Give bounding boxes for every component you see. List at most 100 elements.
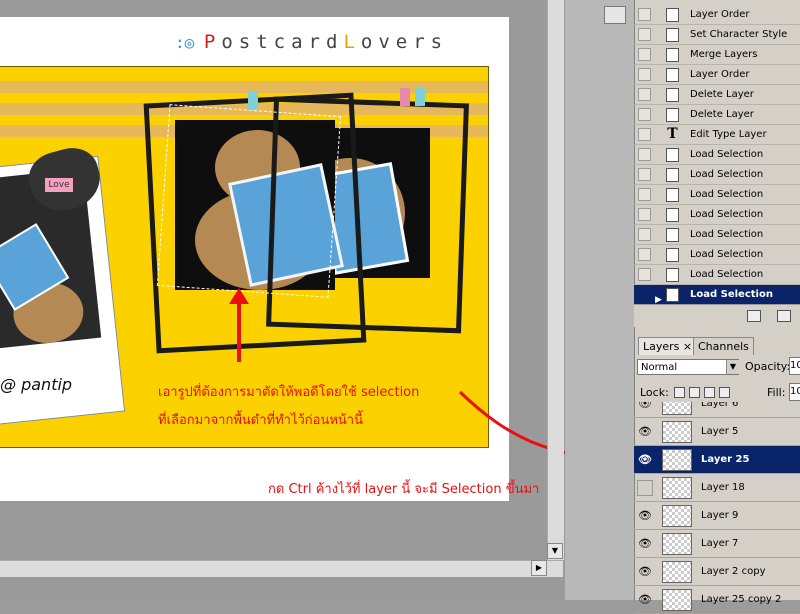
visibility-toggle[interactable]	[637, 480, 653, 496]
fill-input[interactable]: 100%	[789, 383, 800, 401]
brand-end: overs	[360, 31, 449, 53]
document-snapshot-icon[interactable]	[604, 6, 626, 24]
new-document-from-state-icon[interactable]	[747, 310, 761, 322]
arrow-up-shaft	[237, 294, 241, 362]
history-item[interactable]: Load Selection	[634, 245, 800, 265]
history-state-icon	[666, 148, 679, 162]
history-item[interactable]: T Edit Type Layer	[634, 125, 800, 145]
history-brush-source-checkbox[interactable]	[638, 268, 651, 281]
scroll-right-button[interactable]: ▶	[531, 560, 547, 576]
layer-row[interactable]: 👁 Layer 7	[634, 530, 800, 558]
chevron-down-icon[interactable]: ▼	[726, 360, 739, 374]
layer-row[interactable]: 👁 Layer 9	[634, 502, 800, 530]
history-state-icon	[666, 88, 679, 102]
history-item-label: Set Character Style	[690, 29, 788, 40]
tab-layers[interactable]: Layers ×	[638, 337, 698, 355]
history-item[interactable]: Load Selection ▶	[634, 285, 800, 305]
history-item[interactable]: Delete Layer	[634, 105, 800, 125]
eye-icon[interactable]: 👁	[637, 425, 653, 438]
close-icon[interactable]: ×	[683, 340, 692, 353]
history-item-label: Load Selection	[690, 229, 764, 240]
history-state-icon	[666, 208, 679, 222]
history-brush-source-checkbox[interactable]	[638, 108, 651, 121]
history-item-label: Load Selection	[690, 289, 773, 300]
history-brush-source-checkbox[interactable]	[638, 288, 651, 301]
history-item-label: Load Selection	[690, 149, 764, 160]
history-brush-source-checkbox[interactable]	[638, 88, 651, 101]
history-state-icon	[666, 8, 679, 22]
history-item-label: Load Selection	[690, 169, 764, 180]
history-brush-source-checkbox[interactable]	[638, 228, 651, 241]
history-item[interactable]: Layer Order	[634, 65, 800, 85]
history-brush-source-checkbox[interactable]	[638, 28, 651, 41]
lock-brush-icon[interactable]	[689, 387, 700, 398]
opacity-input[interactable]: 100%	[789, 357, 800, 375]
layer-thumbnail	[662, 421, 692, 443]
history-item[interactable]: Load Selection	[634, 145, 800, 165]
history-brush-source-checkbox[interactable]	[638, 48, 651, 61]
type-layer-icon: T	[667, 126, 678, 142]
brand-p: P	[203, 31, 222, 53]
history-brush-source-checkbox[interactable]	[638, 208, 651, 221]
history-brush-source-checkbox[interactable]	[638, 8, 651, 21]
scroll-down-button[interactable]: ▼	[547, 543, 563, 559]
layer-name: Layer 25	[701, 454, 750, 465]
clothespin-icon	[248, 92, 258, 110]
tab-layers-label: Layers	[643, 340, 680, 353]
layer-thumbnail	[662, 449, 692, 471]
history-brush-source-checkbox[interactable]	[638, 248, 651, 261]
history-item[interactable]: Load Selection	[634, 185, 800, 205]
history-brush-source-checkbox[interactable]	[638, 148, 651, 161]
horizontal-scrollbar[interactable]	[0, 560, 563, 577]
layer-thumbnail	[662, 505, 692, 527]
history-item[interactable]: Layer Order	[634, 5, 800, 25]
layer-name: Layer 9	[701, 510, 739, 521]
history-state-icon	[666, 108, 679, 122]
eye-icon[interactable]: 👁	[637, 509, 653, 522]
lock-label: Lock:	[640, 386, 669, 399]
layer-row[interactable]: 👁 Layer 5	[634, 418, 800, 446]
history-state-icon	[666, 188, 679, 202]
history-item-label: Layer Order	[690, 9, 750, 20]
panel-dock	[565, 0, 635, 600]
lock-move-icon[interactable]	[704, 387, 715, 398]
history-item[interactable]: Load Selection	[634, 165, 800, 185]
brand-title: :◎ PostcardLovers	[175, 31, 485, 57]
history-brush-source-checkbox[interactable]	[638, 188, 651, 201]
layer-thumbnail	[662, 477, 692, 499]
layer-row[interactable]: 👁 Layer 25 copy 2	[634, 586, 800, 614]
lock-transparency-icon[interactable]	[674, 387, 685, 398]
history-footer	[634, 304, 800, 327]
layer-thumbnail	[662, 533, 692, 555]
layer-row[interactable]: Layer 18	[634, 474, 800, 502]
history-item[interactable]: Load Selection	[634, 225, 800, 245]
camera-snapshot-icon[interactable]	[777, 310, 791, 322]
history-item[interactable]: Load Selection	[634, 205, 800, 225]
layer-name: Layer 2 copy	[701, 566, 766, 577]
opacity-label: Opacity:	[745, 360, 791, 373]
history-item[interactable]: Merge Layers	[634, 45, 800, 65]
eye-icon[interactable]: 👁	[637, 453, 653, 466]
lock-all-icon[interactable]	[719, 387, 730, 398]
brand-mid: ostcard	[221, 31, 344, 53]
history-item[interactable]: Load Selection	[634, 265, 800, 285]
history-brush-source-checkbox[interactable]	[638, 68, 651, 81]
history-item-label: Delete Layer	[690, 109, 754, 120]
eye-icon[interactable]: 👁	[637, 565, 653, 578]
swirl-icon: :◎	[175, 33, 204, 52]
history-brush-source-checkbox[interactable]	[638, 168, 651, 181]
eye-icon[interactable]: 👁	[637, 537, 653, 550]
history-item-label: Layer Order	[690, 69, 750, 80]
clothespin-icon	[415, 88, 425, 106]
history-item[interactable]: Delete Layer	[634, 85, 800, 105]
history-brush-source-checkbox[interactable]	[638, 128, 651, 141]
vertical-scrollbar[interactable]	[547, 0, 564, 560]
fill-label: Fill:	[767, 386, 786, 399]
history-item[interactable]: Set Character Style	[634, 25, 800, 45]
history-item-label: Delete Layer	[690, 89, 754, 100]
history-item-label: Load Selection	[690, 249, 764, 260]
blend-mode-select[interactable]: Normal	[637, 359, 739, 375]
layer-row[interactable]: 👁 Layer 2 copy	[634, 558, 800, 586]
tab-channels[interactable]: Channels	[693, 337, 754, 355]
layer-row[interactable]: 👁 Layer 25	[634, 446, 800, 474]
